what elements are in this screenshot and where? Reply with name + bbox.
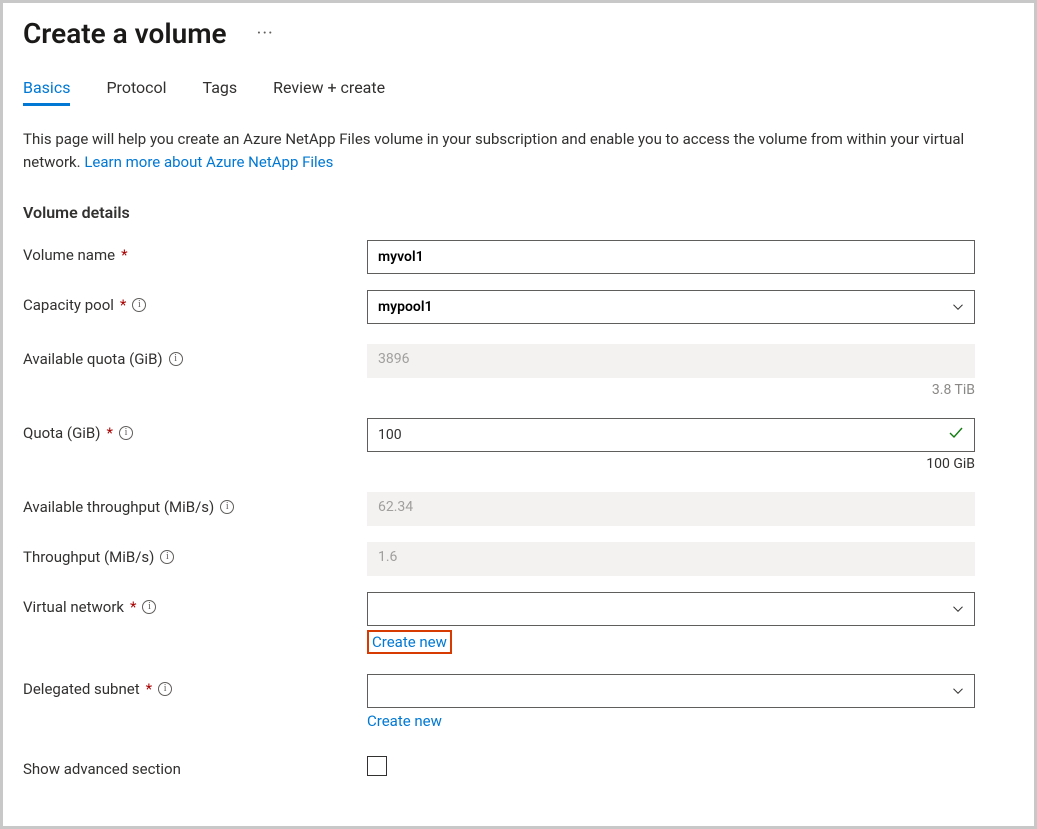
tab-basics[interactable]: Basics <box>23 78 70 106</box>
available-quota-helper: 3.8 TiB <box>367 382 975 398</box>
delegated-subnet-select[interactable] <box>367 674 975 708</box>
quota-helper: 100 GiB <box>367 456 975 472</box>
label-virtual-network: Virtual network * i <box>23 592 367 616</box>
capacity-pool-select[interactable]: mypool1 <box>367 290 975 324</box>
show-advanced-checkbox[interactable] <box>367 756 387 776</box>
virtual-network-select[interactable] <box>367 592 975 626</box>
label-volume-name: Volume name * <box>23 240 367 264</box>
tab-review-create[interactable]: Review + create <box>273 78 385 106</box>
info-icon[interactable]: i <box>160 550 174 564</box>
page-title: Create a volume <box>23 17 227 50</box>
info-icon[interactable]: i <box>142 600 156 614</box>
throughput-readonly: 1.6 <box>367 542 975 576</box>
more-actions-icon[interactable]: ··· <box>257 23 274 44</box>
info-icon[interactable]: i <box>132 298 146 312</box>
chevron-down-icon <box>952 685 964 697</box>
section-volume-details: Volume details <box>23 203 1014 222</box>
label-delegated-subnet: Delegated subnet * i <box>23 674 367 698</box>
intro-text: This page will help you create an Azure … <box>23 128 1003 173</box>
required-icon: * <box>120 296 126 314</box>
required-icon: * <box>107 424 113 442</box>
label-available-quota: Available quota (GiB) i <box>23 344 367 368</box>
chevron-down-icon <box>952 603 964 615</box>
label-quota: Quota (GiB) * i <box>23 418 367 442</box>
required-icon: * <box>121 246 127 264</box>
check-icon <box>948 425 964 445</box>
chevron-down-icon <box>952 301 964 313</box>
info-icon[interactable]: i <box>220 500 234 514</box>
label-show-advanced: Show advanced section <box>23 754 367 778</box>
volume-name-input[interactable] <box>367 240 975 274</box>
label-capacity-pool: Capacity pool * i <box>23 290 367 314</box>
pane-header: Create a volume ··· <box>23 17 1014 50</box>
info-icon[interactable]: i <box>169 352 183 366</box>
learn-more-link[interactable]: Learn more about Azure NetApp Files <box>84 153 333 171</box>
label-throughput: Throughput (MiB/s) i <box>23 542 367 566</box>
quota-input[interactable]: 100 <box>367 418 975 452</box>
tab-protocol[interactable]: Protocol <box>106 78 166 106</box>
required-icon: * <box>130 598 136 616</box>
required-icon: * <box>146 680 152 698</box>
create-volume-pane: Create a volume ··· Basics Protocol Tags… <box>0 0 1037 829</box>
info-icon[interactable]: i <box>119 426 133 440</box>
vnet-create-new-link[interactable]: Create new <box>367 630 452 654</box>
info-icon[interactable]: i <box>158 682 172 696</box>
available-quota-readonly: 3896 <box>367 344 975 378</box>
label-available-throughput: Available throughput (MiB/s) i <box>23 492 367 516</box>
tab-tags[interactable]: Tags <box>203 78 238 106</box>
available-throughput-readonly: 62.34 <box>367 492 975 526</box>
tab-bar: Basics Protocol Tags Review + create <box>23 78 1014 106</box>
subnet-create-new-link[interactable]: Create new <box>367 712 442 730</box>
